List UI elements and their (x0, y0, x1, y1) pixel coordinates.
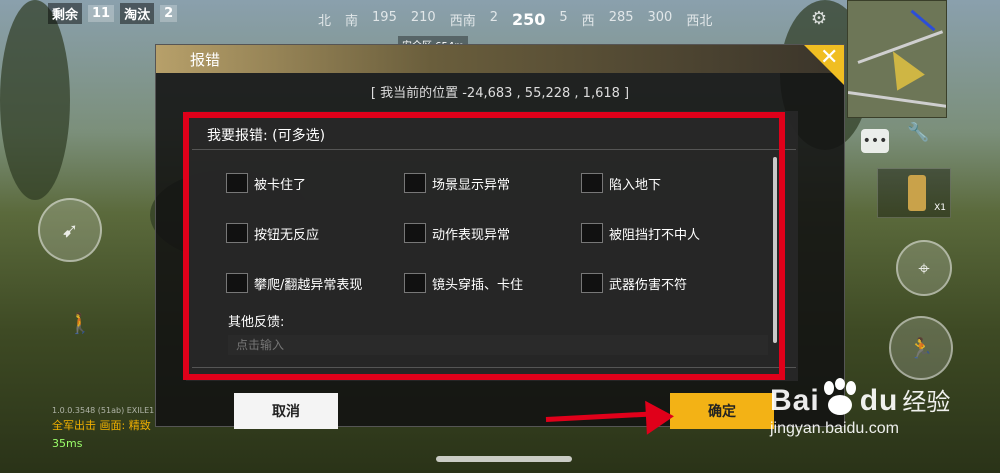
chat-icon[interactable]: ••• (861, 129, 889, 153)
dialog-header: 报错 (156, 45, 844, 73)
scope-button[interactable]: ⌖ (896, 240, 952, 296)
compass-tick: 西南 (449, 14, 476, 29)
compass-tick: 210 (410, 10, 436, 25)
watermark-url: jingyan.baidu.com (770, 420, 899, 437)
tree-left (0, 0, 70, 200)
watermark-brand-left: Bai (770, 384, 820, 417)
home-indicator (436, 456, 572, 462)
map-road (848, 91, 946, 108)
annotation-arrow-head (645, 399, 675, 435)
baidu-watermark: Bai du 经验 jingyan.baidu.com (770, 378, 950, 438)
graphics-label: 全军出击 画面: 精致 (52, 419, 151, 432)
watermark-brand-right: du (859, 384, 899, 417)
ping-value: 35ms (52, 437, 83, 450)
crouch-button[interactable]: 🚶 (60, 300, 100, 346)
minimap[interactable] (847, 0, 947, 118)
dialog-title: 报错 (190, 51, 221, 69)
map-river (910, 9, 936, 32)
fire-button[interactable]: ➹ (38, 198, 102, 262)
cancel-button[interactable]: 取消 (234, 393, 338, 429)
device-info: 1.0.0.3548 (51ab) EXILE1 (52, 406, 155, 415)
compass-tick: 5 (559, 10, 568, 25)
kills-label: 淘汰 (120, 3, 155, 24)
compass-tick: 195 (372, 10, 397, 25)
compass-tick: 西北 (686, 14, 713, 29)
wrench-icon[interactable]: 🔧 (907, 122, 929, 143)
alive-label: 剩余 (48, 3, 83, 24)
status-info: 1.0.0.3548 (51ab) EXILE1 全军出击 画面: 精致 35m… (52, 406, 154, 450)
paw-icon (823, 378, 856, 415)
compass-tick: 285 (608, 10, 634, 25)
jump-button[interactable]: 🏃 (889, 316, 953, 380)
confirm-button[interactable]: 确定 (670, 393, 774, 429)
player-location: [ 我当前的位置 -24,683 , 55,228 , 1,618 ] (370, 86, 630, 101)
bullet-icon: ➹ (61, 218, 79, 242)
compass-tick: 西 (581, 14, 595, 29)
item-slot[interactable]: X1 (877, 168, 951, 218)
grenade-icon (908, 175, 926, 211)
crosshair-icon: ⌖ (918, 256, 930, 280)
watermark-cn: 经验 (902, 388, 951, 416)
player-counts: 剩余 11 淘汰 2 (48, 3, 178, 24)
compass-tick: 南 (345, 14, 359, 29)
compass-tick: 北 (318, 14, 332, 29)
compass-tick: 300 (647, 10, 673, 25)
gear-icon[interactable]: ⚙ (808, 8, 830, 30)
kills-count: 2 (160, 5, 178, 22)
alive-count: 11 (88, 5, 115, 22)
crouch-icon: 🚶 (67, 311, 93, 335)
close-icon[interactable]: ✕ (820, 47, 838, 69)
annotation-highlight-box (183, 112, 785, 380)
compass-heading: 250 (511, 10, 546, 29)
compass-tick: 2 (489, 10, 498, 25)
jump-icon: 🏃 (908, 336, 934, 360)
compass: 北 南 195 210 西南 2 250 5 西 285 300 西北 (318, 10, 712, 29)
item-qty: X1 (934, 203, 946, 213)
